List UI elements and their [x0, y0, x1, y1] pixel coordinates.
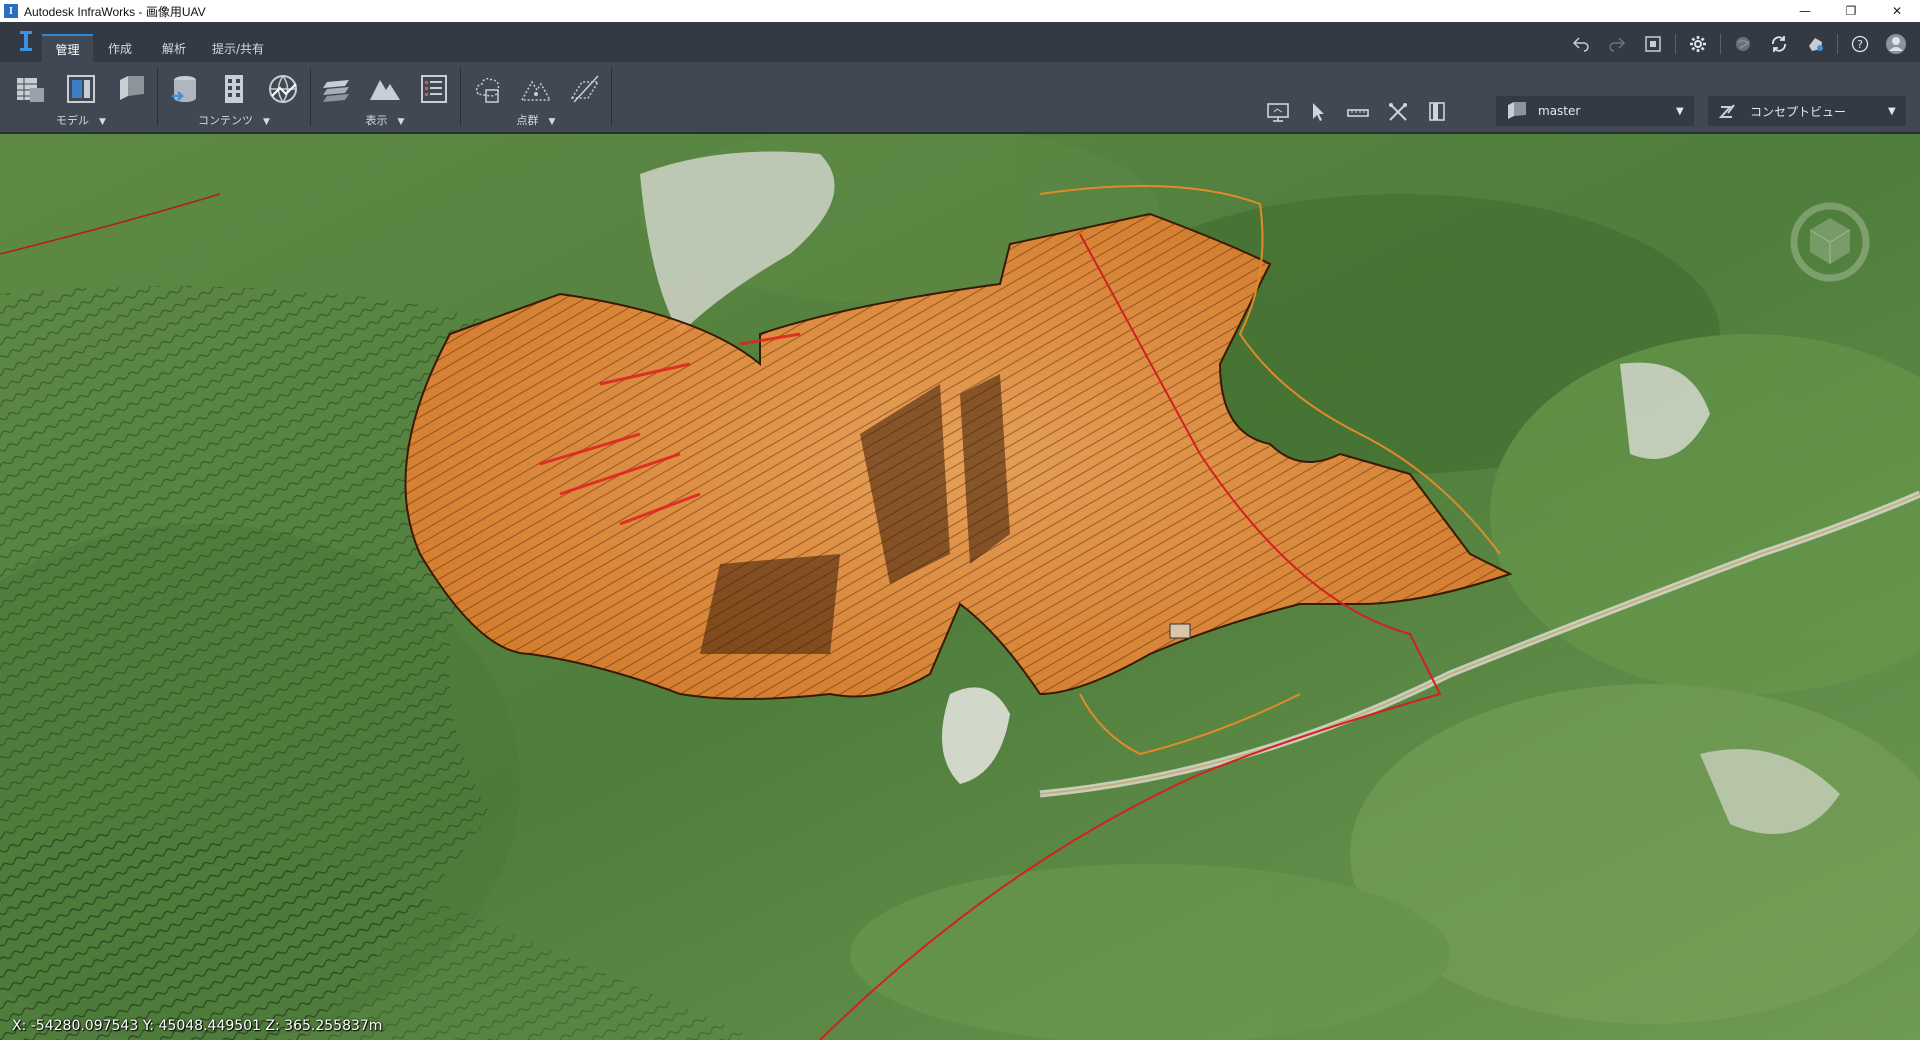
sync-icon[interactable] [1761, 30, 1797, 58]
layers-icon[interactable] [317, 70, 355, 108]
panel-content-label[interactable]: コンテンツ ▼ [160, 112, 308, 128]
app-logo-icon: I [4, 4, 18, 18]
panel-model: モデル ▼ [6, 66, 156, 130]
data-sources-icon[interactable] [12, 70, 50, 108]
proposal-value: master [1538, 104, 1581, 118]
separator [1675, 34, 1676, 54]
user-icon[interactable] [1878, 30, 1914, 58]
settings-icon[interactable] [1680, 30, 1716, 58]
proposal-icon-small [1504, 101, 1530, 121]
building-icon[interactable] [215, 70, 253, 108]
list-icon[interactable] [415, 70, 453, 108]
terrain-icon[interactable] [366, 70, 404, 108]
tab-manage[interactable]: 管理 [42, 34, 93, 62]
tab-present-share[interactable]: 提示/共有 [206, 34, 270, 62]
panel-display-label[interactable]: 表示 ▼ [312, 112, 458, 128]
panel-point-cloud: 点群 ▼ [462, 66, 610, 130]
help-icon[interactable]: ? [1842, 30, 1878, 58]
close-button[interactable]: ✕ [1874, 0, 1920, 22]
redo-icon[interactable] [1599, 30, 1635, 58]
separator [1720, 34, 1721, 54]
panel-content: コンテンツ ▼ [160, 66, 308, 130]
point-cloud-icon[interactable] [468, 70, 506, 108]
separator [310, 68, 311, 126]
cloud-icon[interactable] [1797, 30, 1833, 58]
scene-icon[interactable] [1635, 30, 1671, 58]
proposal-icon[interactable] [112, 70, 150, 108]
cross-section-icon[interactable] [1378, 96, 1418, 128]
ribbon: モデル ▼ コンテンツ ▼ 表示 ▼ 点群 ▼ master ▼ コンセプトビュ… [0, 62, 1920, 134]
model-properties-icon[interactable] [62, 70, 100, 108]
globe-icon[interactable] [1725, 30, 1761, 58]
concept-view-icon [1716, 101, 1742, 121]
3d-viewport[interactable]: X: -54280.097543 Y: 45048.449501 Z: 365.… [0, 134, 1920, 1040]
view-style-value: コンセプトビュー [1750, 104, 1847, 119]
ribbon-tab-bar: 管理 作成 解析 提示/共有 ? [0, 22, 1920, 62]
view-style-dropdown[interactable]: コンセプトビュー ▼ [1708, 96, 1906, 126]
window-title: Autodesk InfraWorks - 画像用UAV [24, 4, 206, 19]
restore-button[interactable]: ❐ [1828, 0, 1874, 22]
point-cloud-modeling-icon[interactable] [566, 70, 604, 108]
split-view-icon[interactable] [1418, 96, 1458, 128]
panel-point-cloud-label[interactable]: 点群 ▼ [462, 112, 610, 128]
window-controls: — ❐ ✕ [1782, 0, 1920, 22]
point-cloud-terrain-icon[interactable] [517, 70, 555, 108]
measure-icon[interactable] [1338, 96, 1378, 128]
present-icon[interactable] [1258, 96, 1298, 128]
panel-display: 表示 ▼ [312, 66, 458, 130]
quick-access-icons: ? [1563, 30, 1914, 58]
panel-model-label[interactable]: モデル ▼ [6, 112, 156, 128]
separator [157, 68, 158, 126]
proposal-dropdown[interactable]: master ▼ [1496, 96, 1694, 126]
chevron-down-icon: ▼ [1888, 105, 1896, 117]
separator [1837, 34, 1838, 54]
separator [460, 68, 461, 126]
tab-analyze[interactable]: 解析 [152, 34, 196, 62]
view-cube-icon[interactable] [1780, 190, 1880, 294]
chevron-down-icon: ▼ [1676, 105, 1684, 117]
infraworks-logo-icon[interactable] [16, 28, 36, 54]
separator [611, 68, 612, 126]
undo-icon[interactable] [1563, 30, 1599, 58]
viewport-tools [1258, 96, 1458, 128]
svg-text:?: ? [1857, 38, 1863, 51]
select-arrow-icon[interactable] [1298, 96, 1338, 128]
minimize-button[interactable]: — [1782, 0, 1828, 22]
terrain-globe-icon[interactable] [264, 70, 302, 108]
cursor-coordinates: X: -54280.097543 Y: 45048.449501 Z: 365.… [12, 1018, 383, 1034]
tab-create[interactable]: 作成 [98, 34, 142, 62]
database-import-icon[interactable] [166, 70, 204, 108]
terrain-scene [0, 134, 1920, 1040]
title-bar: I Autodesk InfraWorks - 画像用UAV — ❐ ✕ [0, 0, 1920, 22]
